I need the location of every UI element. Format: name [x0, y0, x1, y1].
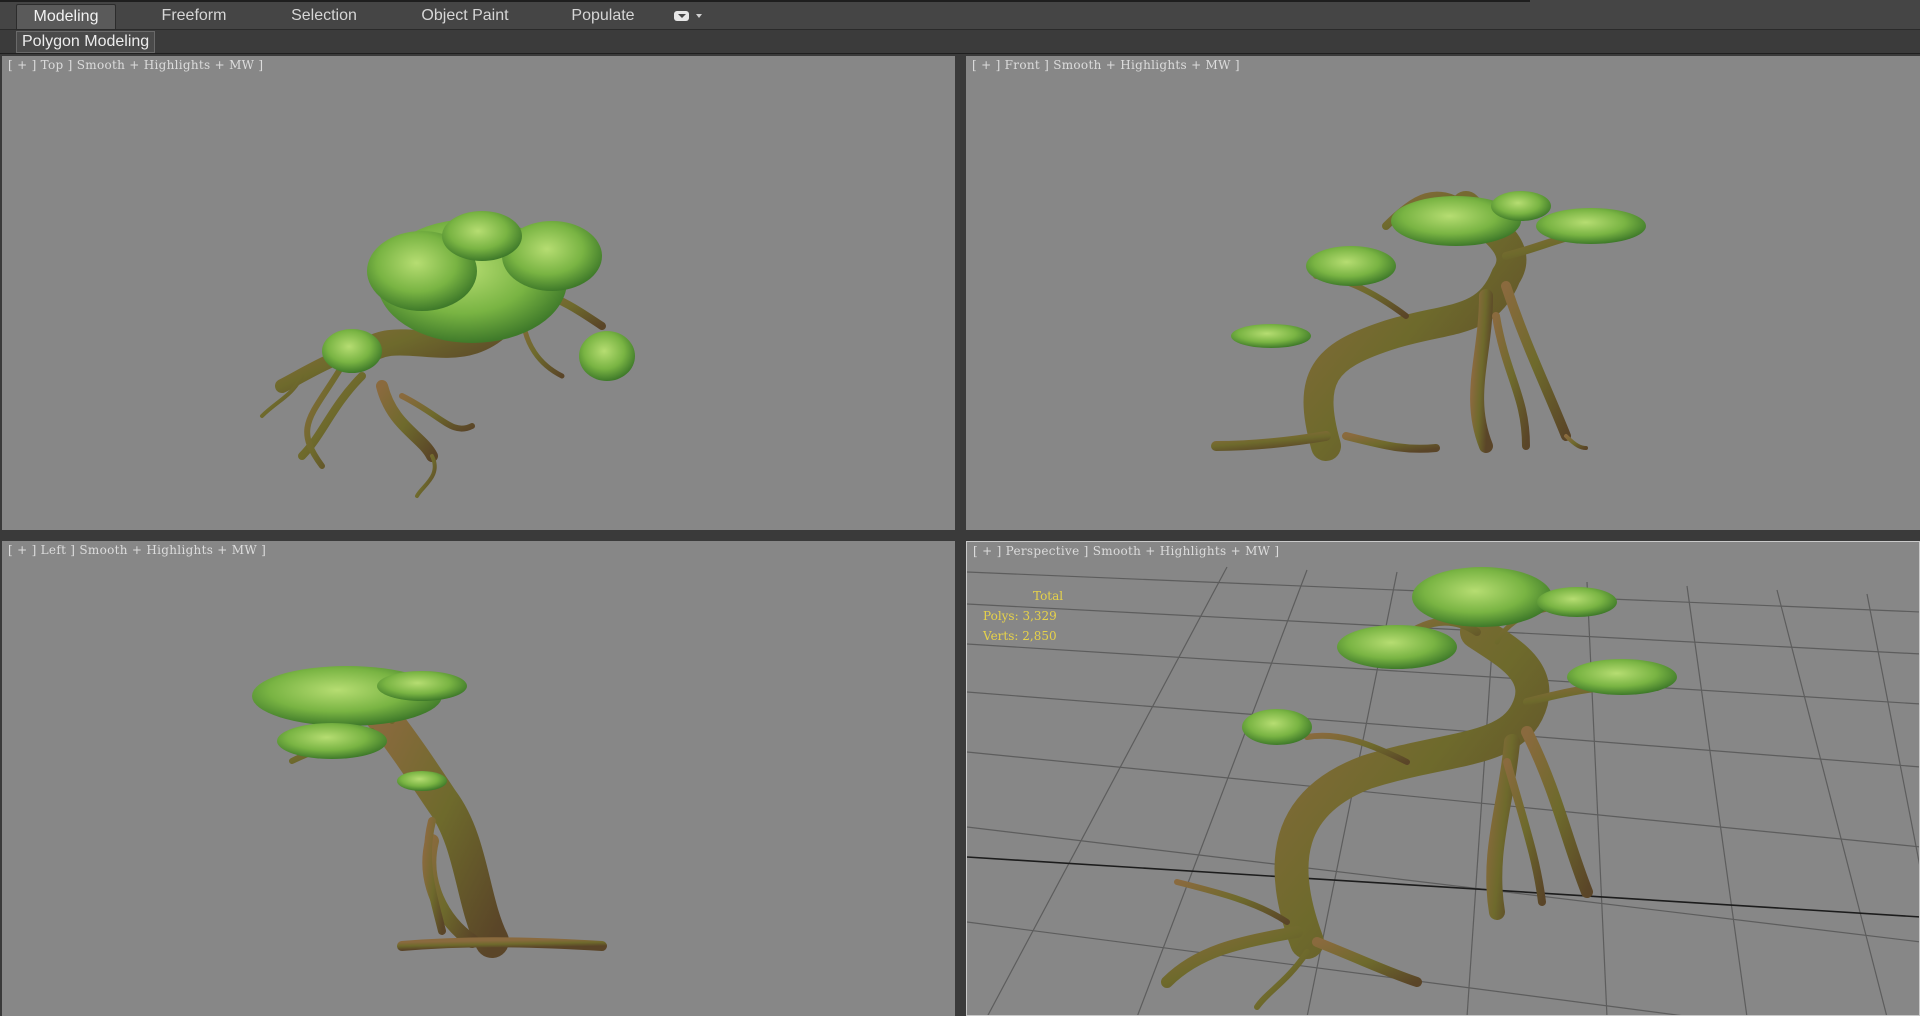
- viewport-left[interactable]: [ + ] Left ] Smooth + Highlights + MW ]: [2, 541, 955, 1016]
- tab-populate[interactable]: Populate: [560, 4, 646, 28]
- tree-model-front-view: [1211, 191, 1646, 461]
- polygon-modeling-panel-button[interactable]: Polygon Modeling: [16, 31, 156, 53]
- ribbon-panel-bar: Polygon Modeling: [0, 30, 1920, 54]
- ribbon-toggle-icon: [674, 11, 689, 21]
- ribbon-top-line: [0, 0, 1530, 2]
- tree-model-left-view: [252, 666, 607, 958]
- stats-polys: Polys: 3,329: [983, 609, 1057, 623]
- stats-verts: Verts: 2,850: [983, 629, 1057, 643]
- tree-model-perspective-view: [1161, 567, 1677, 1010]
- ribbon-tab-bar: Modeling Freeform Selection Object Paint…: [0, 0, 1920, 30]
- chevron-down-icon: [696, 14, 702, 18]
- tab-selection[interactable]: Selection: [278, 4, 370, 28]
- stats-title: Total: [1033, 589, 1064, 603]
- statistics-overlay: Total Polys: 3,329 Verts: 2,850: [983, 586, 1063, 646]
- viewport-top[interactable]: [ + ] Top ] Smooth + Highlights + MW ]: [2, 56, 955, 530]
- viewport-front[interactable]: [ + ] Front ] Smooth + Highlights + MW ]: [966, 56, 1920, 530]
- viewport-perspective[interactable]: [ + ] Perspective ] Smooth + Highlights …: [966, 541, 1920, 1016]
- tab-object-paint[interactable]: Object Paint: [410, 4, 520, 28]
- tree-model-top-view: [260, 211, 635, 498]
- tab-freeform[interactable]: Freeform: [148, 4, 240, 28]
- tab-modeling[interactable]: Modeling: [16, 4, 116, 29]
- ribbon-options-button[interactable]: [674, 9, 706, 23]
- viewport-perspective-label[interactable]: [ + ] Perspective ] Smooth + Highlights …: [973, 544, 1279, 558]
